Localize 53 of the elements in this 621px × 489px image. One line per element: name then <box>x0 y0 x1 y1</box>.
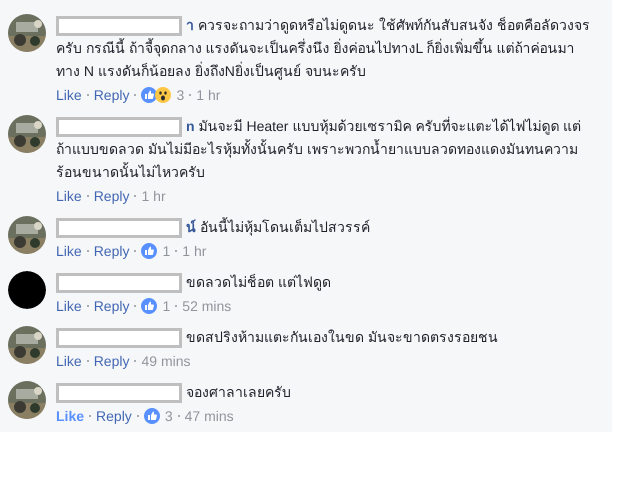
comment-text: จองศาลาเลยครับ <box>56 381 291 404</box>
comment-text: น์ อันนี้ไม่หุ้มโดนเต็มไปสวรรค์ <box>56 216 370 239</box>
avatar[interactable] <box>8 271 46 309</box>
reaction-count[interactable]: 3 <box>176 87 184 103</box>
reply-link[interactable]: Reply <box>94 188 130 204</box>
separator-dot <box>175 305 178 307</box>
reaction-count[interactable]: 3 <box>164 408 173 424</box>
thumbs-up-icon <box>144 408 160 424</box>
comment-time[interactable]: 47 mins <box>184 408 234 424</box>
separator-dot <box>134 195 136 197</box>
like-link[interactable]: Like <box>56 353 82 369</box>
thumbs-up-icon <box>141 298 158 314</box>
reply-link[interactable]: Reply <box>94 87 130 103</box>
comment-time[interactable]: 1 hr <box>196 87 220 103</box>
separator-dot <box>189 94 192 96</box>
separator-dot <box>134 250 136 252</box>
comment-time[interactable]: 1 hr <box>182 243 206 259</box>
separator-dot <box>86 94 89 96</box>
reply-link[interactable]: Reply <box>94 353 130 369</box>
comment-text: ขดสปริงห้ามแตะกันเองในขด มันจะขาดตรงรอยชน <box>56 326 498 349</box>
comment-text: ขดลวดไม่ช็อต แต่ไฟดูด <box>56 271 331 294</box>
reaction-count[interactable]: 1 <box>162 243 170 259</box>
separator-dot <box>86 360 89 362</box>
separator-dot <box>89 415 92 417</box>
separator-dot <box>178 415 180 417</box>
like-link[interactable]: Like <box>56 298 82 314</box>
author-name[interactable]: น์ <box>186 219 196 235</box>
separator-dot <box>86 195 89 197</box>
comment-text: า ควรจะถามว่าดูดหรือไม่ดูดนะ ใช้ศัพท์กันสับสนจัง ช็อตคือลัดวงจรครับ กรณีนี้ ถ้าจี้จุดกลาง แรงดันจะเป็นครึ่งนึง ยิ่งค่อนไปทางL ก็ยิ่งเพิ่มขึ้น แต่ถ้าค่อนมาทาง N แรงดันก็น้อยลง ยิ่งถึงNยิ่งเป็นศูนย์ จบนะครับ <box>56 15 591 82</box>
like-link[interactable]: Like <box>56 87 82 103</box>
comment-time[interactable]: 1 hr <box>141 188 166 204</box>
separator-dot <box>86 305 89 307</box>
reply-link[interactable]: Reply <box>96 408 132 424</box>
separator-dot <box>134 94 136 96</box>
surprised-emoji-icon <box>155 87 172 103</box>
separator-dot <box>86 250 89 252</box>
separator-dot <box>136 415 139 417</box>
like-link[interactable]: Like <box>56 188 82 204</box>
reaction-count[interactable]: 1 <box>162 298 170 314</box>
comment-text: n มันจะมี Heater แบบหุ้มด้วยเซรามิค ครับที่จะแตะได้ไฟไม่ดูด แต่ถ้าแบบขดลวด มันไม่มีอะไรหุ้มทั้งนั้นครับ เพราะพวกน้ำยาแบบลวดทองแดงมันทนความร้อนขนาดนั้นไม่ไหวครับ <box>56 116 582 182</box>
comment-time[interactable]: 49 mins <box>141 353 191 369</box>
reply-link[interactable]: Reply <box>94 298 130 314</box>
separator-dot <box>175 250 178 252</box>
author-name[interactable]: n <box>186 118 195 134</box>
author-name[interactable]: า <box>186 17 194 33</box>
reply-link[interactable]: Reply <box>94 243 130 259</box>
separator-dot <box>134 360 136 362</box>
separator-dot <box>134 305 136 307</box>
like-link[interactable]: Like <box>56 243 82 259</box>
like-link[interactable]: Like <box>56 408 84 424</box>
thumbs-up-icon <box>141 243 158 259</box>
comment-time[interactable]: 52 mins <box>182 298 232 314</box>
thumbs-up-icon <box>141 87 158 103</box>
